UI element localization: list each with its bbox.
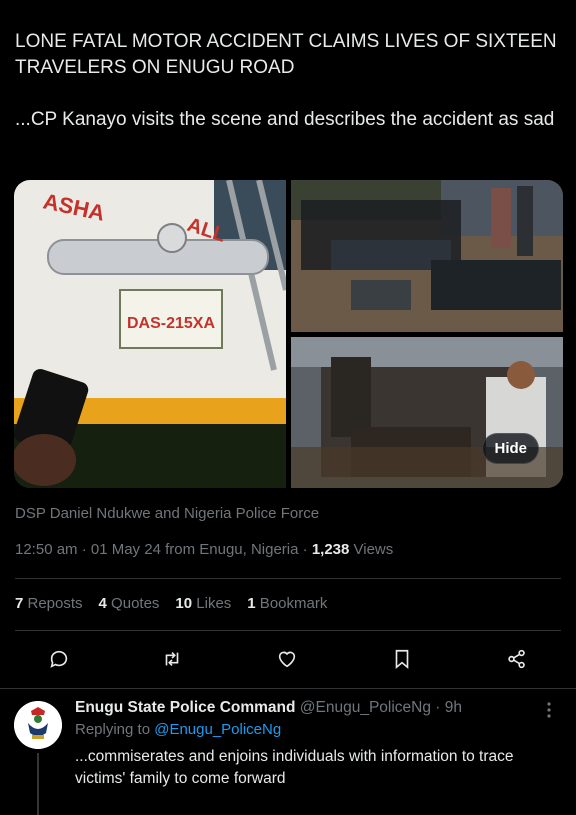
hide-media-button[interactable]: Hide xyxy=(482,433,539,464)
scene-photo-art xyxy=(291,180,563,332)
reposts-stat[interactable]: 7 Reposts xyxy=(15,595,83,612)
tweet-headline: LONE FATAL MOTOR ACCIDENT CLAIMS LIVES O… xyxy=(15,31,557,78)
tweet-body: ...CP Kanayo visits the scene and descri… xyxy=(15,109,555,130)
replying-to: Replying to @Enugu_PoliceNg xyxy=(75,720,545,740)
timestamp-location[interactable]: 12:50 am · 01 May 24 from Enugu, Nigeria… xyxy=(15,541,312,558)
share-icon xyxy=(508,649,525,669)
reply-header: Enugu State Police Command @Enugu_Police… xyxy=(75,698,545,718)
quotes-stat[interactable]: 4 Quotes xyxy=(99,595,160,612)
share-button[interactable] xyxy=(503,645,531,673)
repost-button[interactable] xyxy=(158,645,186,673)
media-photo-scene-1[interactable] xyxy=(291,180,563,332)
reply-icon xyxy=(50,650,68,668)
police-crest-icon xyxy=(14,701,62,749)
reply-text: ...commiserates and enjoins individuals … xyxy=(75,748,514,787)
media-photo-scene-2[interactable]: Hide xyxy=(291,337,563,488)
bus-photo-art: DAS-215XA ASHA ALL xyxy=(14,180,286,488)
avatar[interactable] xyxy=(14,701,62,749)
like-icon xyxy=(278,651,296,668)
like-button[interactable] xyxy=(273,645,301,673)
bookmark-icon xyxy=(395,649,409,670)
likes-stat[interactable]: 10 Likes xyxy=(175,595,231,612)
views-label: Views xyxy=(349,541,394,558)
replying-mention[interactable]: @Enugu_PoliceNg xyxy=(154,721,281,738)
replying-prefix: Replying to xyxy=(75,721,155,738)
bookmarks-stat[interactable]: 1 Bookmark xyxy=(247,595,327,612)
more-options-icon[interactable] xyxy=(540,701,558,719)
engagement-stats: 7 Reposts 4 Quotes 10 Likes 1 Bookmark xyxy=(15,595,327,612)
bookmark-button[interactable] xyxy=(388,645,416,673)
views-count: 1,238 xyxy=(311,541,350,558)
plate-number: DAS-215XA xyxy=(127,315,215,332)
media-photo-bus[interactable]: DAS-215XA ASHA ALL xyxy=(14,180,286,488)
repost-icon xyxy=(165,651,179,667)
tagged-users[interactable]: DSP Daniel Ndukwe and Nigeria Police For… xyxy=(15,505,319,522)
reply-tweet[interactable]: Enugu State Police Command @Enugu_Police… xyxy=(0,689,576,815)
reply-author-handle[interactable]: @Enugu_PoliceNg · 9h xyxy=(295,699,462,716)
reply-button[interactable] xyxy=(45,645,73,673)
divider xyxy=(15,630,561,631)
divider xyxy=(15,578,561,579)
reply-content: Enugu State Police Command @Enugu_Police… xyxy=(75,698,545,790)
reply-author-name[interactable]: Enugu State Police Command xyxy=(75,699,295,716)
tweet-text: LONE FATAL MOTOR ACCIDENT CLAIMS LIVES O… xyxy=(15,29,563,133)
vehicle-photo-art xyxy=(291,337,563,488)
action-bar xyxy=(0,645,576,673)
media-grid: DAS-215XA ASHA ALL Hide xyxy=(14,180,563,488)
tweet-meta: 12:50 am · 01 May 24 from Enugu, Nigeria… xyxy=(15,541,393,558)
thread-line xyxy=(37,753,39,815)
